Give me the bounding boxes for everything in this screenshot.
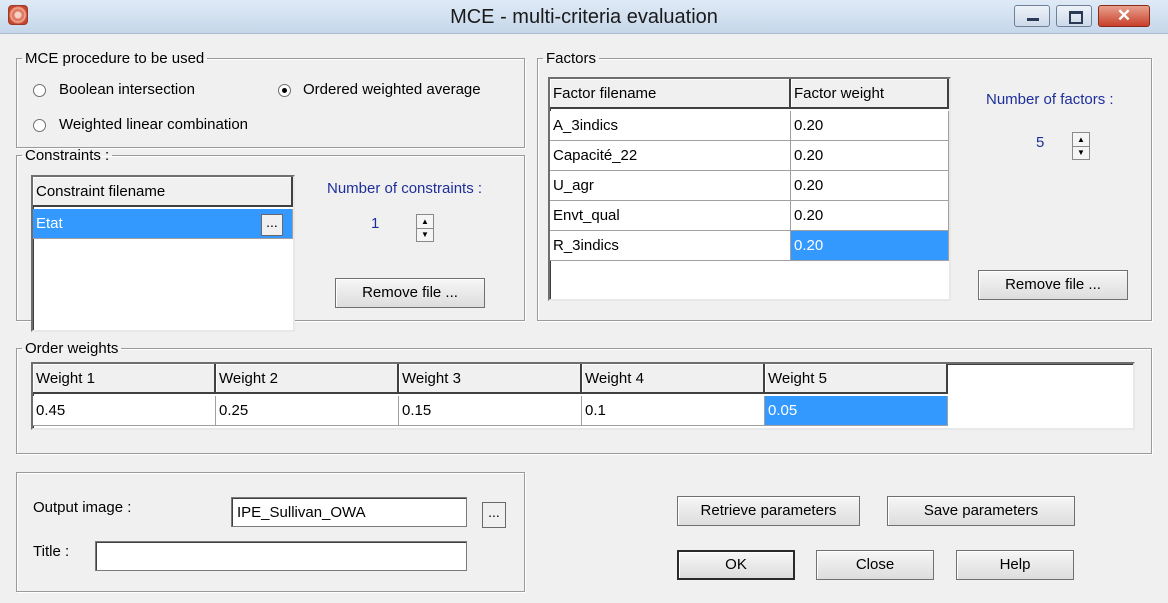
order-weight-cell[interactable]: 0.15: [399, 396, 582, 426]
output-image-label: Output image :: [33, 499, 132, 516]
title-label: Title :: [33, 543, 70, 560]
spinner-up-icon[interactable]: ▲: [417, 215, 433, 229]
order-weight-header[interactable]: Weight 3: [399, 364, 582, 394]
procedure-legend: MCE procedure to be used: [25, 50, 205, 67]
radio-weighted-linear-combination[interactable]: [33, 119, 46, 132]
maximize-icon: [1069, 11, 1083, 24]
retrieve-parameters-button[interactable]: Retrieve parameters: [677, 496, 860, 526]
minimize-icon: [1027, 18, 1039, 21]
factor-weight-cell-selected[interactable]: 0.20: [791, 231, 949, 261]
factor-weight-cell[interactable]: 0.20: [791, 201, 949, 231]
close-icon: ✕: [1116, 6, 1132, 25]
title-bar: MCE - multi-criteria evaluation ✕: [0, 0, 1168, 34]
factors-table: Factor filename Factor weight A_3indics …: [548, 77, 951, 301]
order-weight-header[interactable]: Weight 5: [765, 364, 948, 394]
table-row[interactable]: Etat: [33, 209, 293, 239]
window-title: MCE - multi-criteria evaluation: [450, 6, 718, 28]
factor-filename-header[interactable]: Factor filename: [550, 79, 791, 109]
order-weight-cell-selected[interactable]: 0.05: [765, 396, 948, 426]
help-button[interactable]: Help: [956, 550, 1074, 580]
factors-count-label: Number of factors :: [986, 91, 1114, 108]
constraints-count-spinner[interactable]: ▲ ▼: [416, 214, 434, 242]
factor-filename-cell[interactable]: Envt_qual: [550, 201, 791, 231]
constraints-table: Constraint filename Etat ...: [31, 175, 295, 332]
remove-factor-file-button[interactable]: Remove file ...: [978, 270, 1128, 300]
output-image-input[interactable]: [231, 497, 467, 527]
constraints-header[interactable]: Constraint filename: [33, 177, 293, 207]
order-weight-header[interactable]: Weight 2: [216, 364, 399, 394]
order-weight-header[interactable]: Weight 4: [582, 364, 765, 394]
radio-weighted-linear-combination-label[interactable]: Weighted linear combination: [59, 116, 248, 133]
factor-filename-cell[interactable]: Capacité_22: [550, 141, 791, 171]
radio-boolean-intersection-label[interactable]: Boolean intersection: [59, 81, 195, 98]
factor-weight-cell[interactable]: 0.20: [791, 171, 949, 201]
output-group: [16, 472, 525, 592]
order-weight-cell[interactable]: 0.1: [582, 396, 765, 426]
maximize-button[interactable]: [1056, 5, 1092, 27]
factor-filename-cell[interactable]: A_3indics: [550, 111, 791, 141]
remove-constraint-file-button[interactable]: Remove file ...: [335, 278, 485, 308]
order-weights-table: Weight 1 Weight 2 Weight 3 Weight 4 Weig…: [31, 362, 1135, 430]
save-parameters-button[interactable]: Save parameters: [887, 496, 1075, 526]
constraint-filename: Etat: [36, 215, 63, 232]
factor-filename-cell[interactable]: U_agr: [550, 171, 791, 201]
factors-count-spinner[interactable]: ▲ ▼: [1072, 132, 1090, 160]
order-weights-legend: Order weights: [25, 340, 119, 357]
constraints-count-label: Number of constraints :: [327, 180, 483, 197]
order-weight-cell[interactable]: 0.45: [33, 396, 216, 426]
order-weight-cell[interactable]: 0.25: [216, 396, 399, 426]
radio-ordered-weighted-average-label[interactable]: Ordered weighted average: [303, 81, 481, 98]
order-weight-header[interactable]: Weight 1: [33, 364, 216, 394]
factor-filename-cell[interactable]: R_3indics: [550, 231, 791, 261]
procedure-group: MCE procedure to be used: [16, 50, 525, 148]
minimize-button[interactable]: [1014, 5, 1050, 27]
spinner-up-icon[interactable]: ▲: [1073, 133, 1089, 147]
spinner-down-icon[interactable]: ▼: [417, 228, 433, 241]
constraints-legend: Constraints :: [25, 147, 110, 164]
title-input[interactable]: [95, 541, 467, 571]
radio-boolean-intersection[interactable]: [33, 84, 46, 97]
factor-weight-cell[interactable]: 0.20: [791, 141, 949, 171]
factors-legend: Factors: [546, 50, 597, 67]
factor-weight-cell[interactable]: 0.20: [791, 111, 949, 141]
close-button[interactable]: Close: [816, 550, 934, 580]
close-window-button[interactable]: ✕: [1098, 5, 1150, 27]
ok-button[interactable]: OK: [677, 550, 795, 580]
factors-count-value: 5: [1036, 134, 1045, 151]
constraint-browse-button[interactable]: ...: [261, 214, 283, 236]
output-image-browse-button[interactable]: ...: [482, 502, 506, 528]
constraints-count-value: 1: [371, 215, 380, 232]
factor-weight-header[interactable]: Factor weight: [791, 79, 949, 109]
spinner-down-icon[interactable]: ▼: [1073, 146, 1089, 159]
radio-ordered-weighted-average[interactable]: [278, 84, 291, 97]
